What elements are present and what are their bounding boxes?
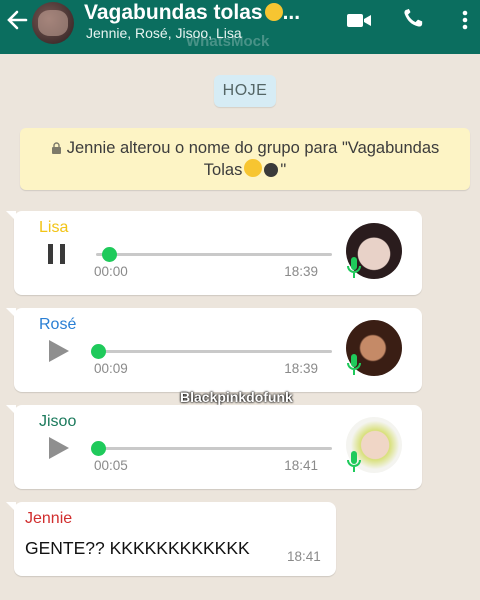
audio-progress-bar[interactable]	[91, 344, 332, 359]
audio-duration: 00:00	[94, 264, 128, 279]
play-icon[interactable]	[46, 338, 70, 364]
sender-name: Jennie	[25, 510, 73, 527]
cowboy-emoji-icon	[264, 3, 283, 21]
date-divider: HOJE	[214, 75, 276, 107]
audio-duration: 00:09	[94, 361, 128, 376]
message-text: GENTE?? KKKKKKKKKKKK	[25, 538, 250, 558]
play-icon[interactable]	[46, 435, 70, 461]
cowboy-emoji-icon	[244, 159, 263, 177]
chat-header: Vagabundas tolas... Jennie, Rosé, Jisoo,…	[0, 0, 480, 54]
audio-progress-bar[interactable]	[96, 247, 332, 262]
audio-seek-knob[interactable]	[91, 441, 106, 456]
app-watermark: WhatsMock	[186, 33, 270, 50]
pause-icon[interactable]	[46, 241, 70, 267]
audio-seek-knob[interactable]	[102, 247, 117, 262]
voice-call-icon[interactable]	[400, 8, 426, 28]
message-time: 18:41	[287, 549, 321, 564]
more-options-icon[interactable]	[458, 10, 472, 30]
voice-message-lisa[interactable]: Lisa 00:00 18:39	[6, 211, 422, 295]
microphone-icon	[347, 257, 361, 278]
back-arrow-icon[interactable]	[6, 8, 28, 32]
sender-name: Rosé	[39, 316, 77, 333]
system-message: Jennie alterou o nome do grupo para "Vag…	[20, 128, 470, 190]
lock-icon	[51, 142, 61, 154]
group-avatar[interactable]	[32, 2, 74, 44]
text-message-jennie[interactable]: Jennie GENTE?? KKKKKKKKKKKK 18:41	[6, 502, 336, 576]
message-time: 18:41	[284, 458, 318, 473]
voice-message-rose[interactable]: Rosé 00:09 18:39	[6, 308, 422, 392]
message-time: 18:39	[284, 264, 318, 279]
microphone-icon	[347, 354, 361, 375]
speaking-head-emoji-icon	[264, 163, 279, 177]
microphone-icon	[347, 451, 361, 472]
sender-name: Lisa	[39, 219, 69, 236]
overlay-watermark: Blackpinkdofunk	[180, 389, 293, 405]
video-call-icon[interactable]	[346, 10, 372, 30]
message-time: 18:39	[284, 361, 318, 376]
voice-message-jisoo[interactable]: Jisoo 00:05 18:41	[6, 405, 422, 489]
group-title[interactable]: Vagabundas tolas...	[84, 1, 300, 25]
audio-duration: 00:05	[94, 458, 128, 473]
sender-name: Jisoo	[39, 413, 77, 430]
audio-progress-bar[interactable]	[91, 441, 332, 456]
audio-seek-knob[interactable]	[91, 344, 106, 359]
